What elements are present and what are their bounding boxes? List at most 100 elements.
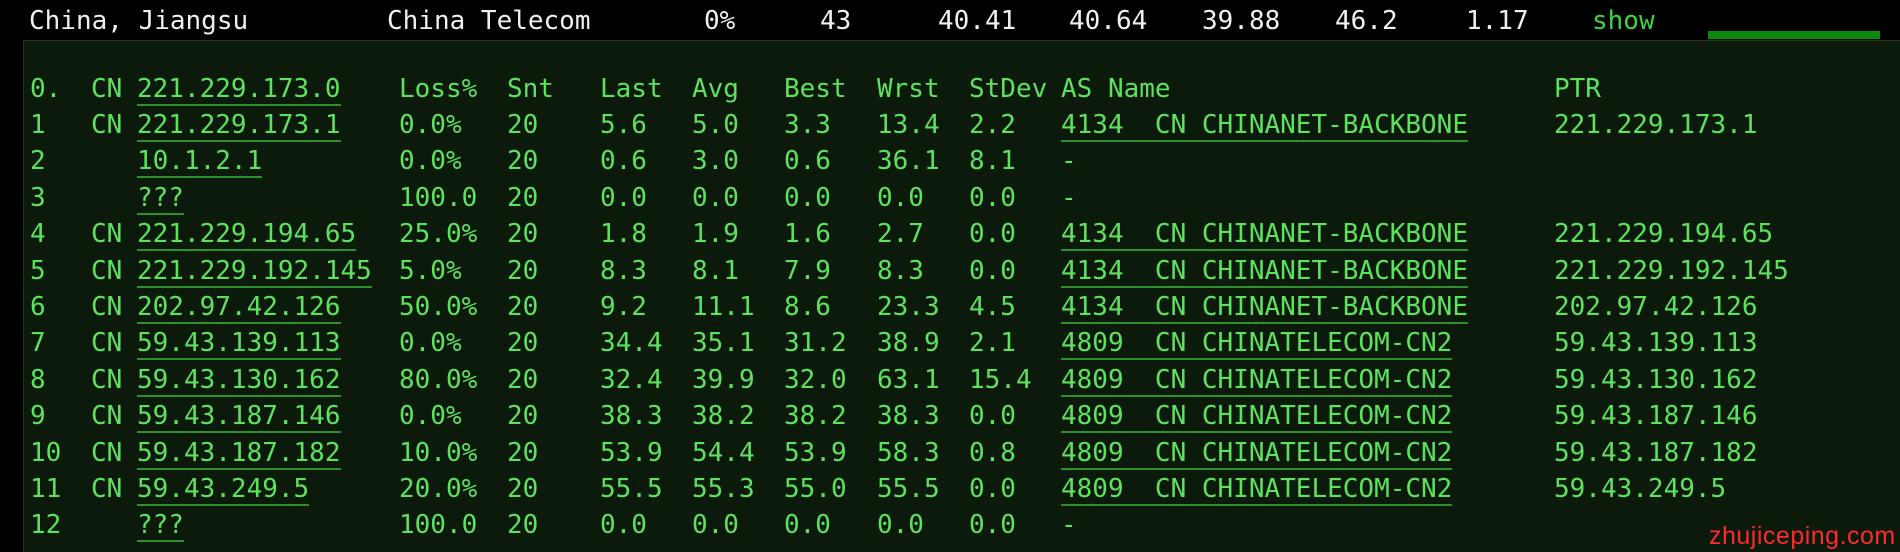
header-loss: Loss% — [399, 74, 478, 104]
as-name-link-cell: 4134 CN CHINANET-BACKBONE — [1061, 217, 1468, 252]
header-host-link[interactable]: 221.229.173.0 — [137, 74, 341, 106]
ptr-value: 59.43.130.162 — [1554, 364, 1758, 395]
header-hop: 0. — [30, 74, 62, 104]
avg-value: 39.9 — [692, 364, 755, 395]
country-code: CN — [91, 219, 123, 250]
sent-value: 20 — [507, 255, 539, 286]
sent-value: 20 — [507, 219, 539, 250]
ptr-value: 221.229.194.65 — [1554, 219, 1774, 250]
header-last: Last — [600, 74, 663, 104]
country-code: CN — [91, 474, 123, 504]
as-name-link-cell: 4809 CN CHINATELECOM-CN2 — [1061, 436, 1453, 470]
worst-value: 38.3 — [877, 401, 940, 432]
ptr-value: 221.229.173.1 — [1554, 110, 1758, 140]
worst-value: 0.0 — [877, 510, 924, 541]
as-name-link[interactable]: 4809 CN CHINATELECOM-CN2 — [1061, 364, 1453, 397]
hop-row: 5 CN 221.229.192.145 5.0% 20 8.3 8.1 7.9 8.3 0.0 4… — [24, 254, 1900, 288]
as-name-link[interactable]: 4809 CN CHINATELECOM-CN2 — [1061, 401, 1453, 434]
worst-value: 58.3 — [877, 437, 940, 468]
last-value: 8.3 — [600, 255, 647, 286]
host-link[interactable]: 221.229.192.145 — [137, 255, 372, 288]
host-link[interactable]: 59.43.249.5 — [137, 474, 310, 506]
header-ptr: PTR — [1554, 74, 1601, 104]
hop-row: 4 CN 221.229.194.65 25.0% 20 1.8 1.9 1.6 2.7 0.0 4… — [24, 217, 1900, 252]
host-link-cell: 221.229.173.1 — [137, 108, 341, 142]
last-value: 5.6 — [600, 110, 647, 140]
sent-value: 20 — [507, 292, 539, 322]
hop-row: 6 CN 202.97.42.126 50.0% 20 9.2 11.1 8.6 23.3 4.5… — [24, 290, 1900, 324]
summary-location: China, Jiangsu — [29, 6, 249, 36]
loss-value: 50.0% — [399, 292, 478, 322]
hop-number: 1 — [30, 110, 46, 140]
worst-value: 13.4 — [877, 110, 940, 140]
country-code: CN — [91, 364, 123, 395]
best-value: 8.6 — [784, 292, 831, 322]
show-details-button[interactable]: show — [1592, 6, 1655, 36]
summary-progress-bar — [1708, 31, 1880, 39]
avg-value: 38.2 — [692, 401, 755, 432]
hop-number: 4 — [30, 219, 46, 250]
traceroute-panel: 0. CN 221.229.173.0 Loss% Snt Last Avg B… — [23, 40, 1900, 552]
hop-number: 9 — [30, 401, 46, 432]
as-name-value: - — [1061, 146, 1077, 177]
ptr-value: 221.229.192.145 — [1554, 255, 1789, 286]
host-link-cell: ??? — [137, 508, 184, 543]
as-name-link[interactable]: 4134 CN CHINANET-BACKBONE — [1061, 292, 1468, 324]
as-name-link[interactable]: 4809 CN CHINATELECOM-CN2 — [1061, 437, 1453, 470]
stdev-value: 2.1 — [969, 328, 1016, 359]
best-value: 0.0 — [784, 510, 831, 541]
best-value: 32.0 — [784, 364, 847, 395]
country-code: CN — [91, 401, 123, 432]
sent-value: 20 — [507, 364, 539, 395]
host-link[interactable]: 59.43.187.146 — [137, 401, 341, 434]
stdev-value: 2.2 — [969, 110, 1016, 140]
host-link[interactable]: 59.43.187.182 — [137, 437, 341, 470]
last-value: 9.2 — [600, 292, 647, 322]
watermark-text: zhujiceping.com — [1709, 522, 1896, 550]
stdev-value: 0.8 — [969, 437, 1016, 468]
avg-value: 0.0 — [692, 182, 739, 213]
as-name-link-cell: 4809 CN CHINATELECOM-CN2 — [1061, 326, 1453, 361]
hop-row: 1 CN 221.229.173.1 0.0% 20 5.6 5.0 3.3 13.4 2.2 41… — [24, 108, 1900, 142]
sent-value: 20 — [507, 401, 539, 432]
header-stdev: StDev — [969, 74, 1048, 104]
loss-value: 0.0% — [399, 401, 462, 432]
sent-value: 20 — [507, 474, 539, 504]
avg-value: 54.4 — [692, 437, 755, 468]
as-name-link[interactable]: 4134 CN CHINANET-BACKBONE — [1061, 110, 1468, 142]
country-code: CN — [91, 328, 123, 359]
best-value: 38.2 — [784, 401, 847, 432]
summary-worst: 46.2 — [1335, 6, 1398, 36]
host-link[interactable]: 10.1.2.1 — [137, 146, 263, 179]
stdev-value: 8.1 — [969, 146, 1016, 177]
sent-value: 20 — [507, 328, 539, 359]
host-link-cell: 59.43.249.5 — [137, 472, 310, 506]
loss-value: 80.0% — [399, 364, 478, 395]
hop-number: 8 — [30, 364, 46, 395]
worst-value: 2.7 — [877, 219, 924, 250]
last-value: 53.9 — [600, 437, 663, 468]
host-link[interactable]: 221.229.194.65 — [137, 219, 357, 252]
as-name-link[interactable]: 4809 CN CHINATELECOM-CN2 — [1061, 474, 1453, 506]
as-name-link-cell: 4809 CN CHINATELECOM-CN2 — [1061, 363, 1453, 397]
host-link[interactable]: 59.43.130.162 — [137, 364, 341, 397]
worst-value: 8.3 — [877, 255, 924, 286]
best-value: 31.2 — [784, 328, 847, 359]
last-value: 0.0 — [600, 510, 647, 541]
ptr-value: 59.43.139.113 — [1554, 328, 1758, 359]
avg-value: 8.1 — [692, 255, 739, 286]
host-link[interactable]: 59.43.139.113 — [137, 328, 341, 361]
host-link[interactable]: 202.97.42.126 — [137, 292, 341, 324]
host-link[interactable]: ??? — [137, 182, 184, 215]
host-link[interactable]: 221.229.173.1 — [137, 110, 341, 142]
loss-value: 20.0% — [399, 474, 478, 504]
host-link[interactable]: ??? — [137, 510, 184, 543]
as-name-link[interactable]: 4134 CN CHINANET-BACKBONE — [1061, 255, 1468, 288]
stdev-value: 0.0 — [969, 401, 1016, 432]
host-link-cell: 221.229.194.65 — [137, 217, 357, 252]
worst-value: 36.1 — [877, 146, 940, 177]
as-name-link[interactable]: 4134 CN CHINANET-BACKBONE — [1061, 219, 1468, 252]
loss-value: 0.0% — [399, 146, 462, 177]
as-name-link[interactable]: 4809 CN CHINATELECOM-CN2 — [1061, 328, 1453, 361]
as-name-link-cell: 4134 CN CHINANET-BACKBONE — [1061, 290, 1468, 324]
